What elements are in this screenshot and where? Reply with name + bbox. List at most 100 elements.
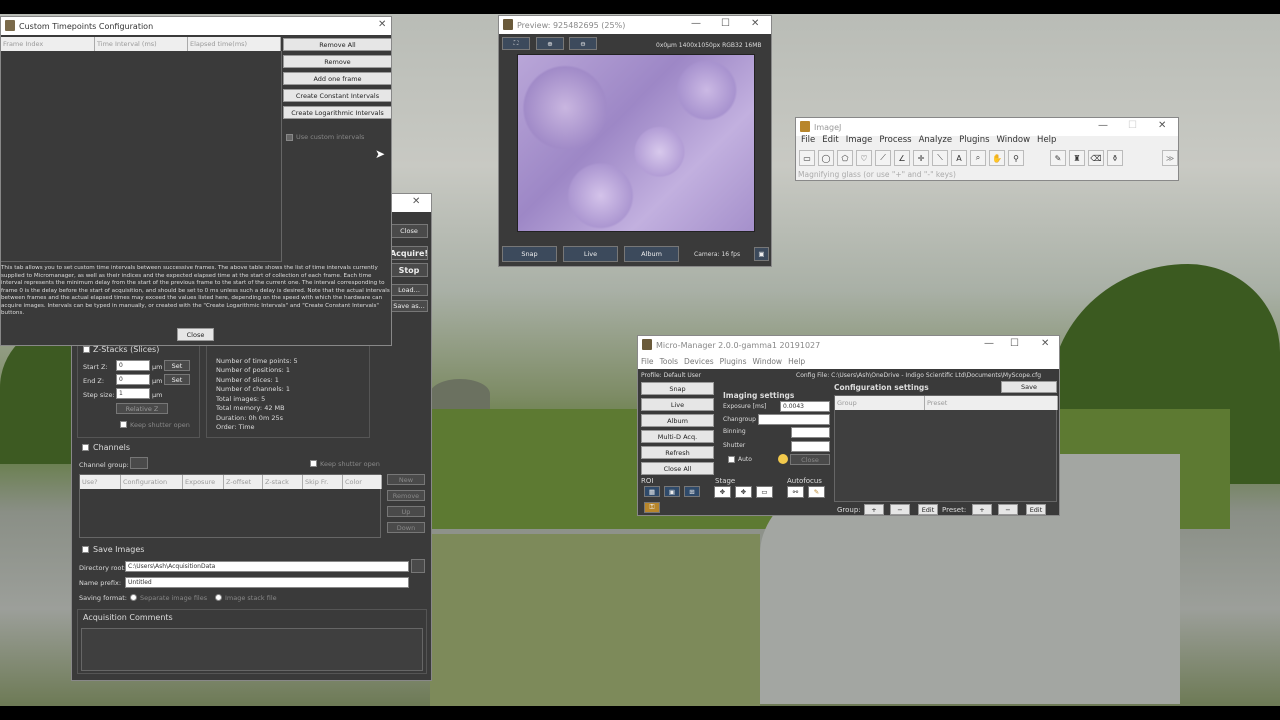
more-icon[interactable]: ≫ — [1162, 150, 1178, 166]
menu-window[interactable]: Window — [997, 135, 1031, 145]
roi-center-icon[interactable]: ▣ — [664, 486, 680, 497]
step-size-input[interactable]: 1 — [116, 388, 150, 399]
stack-file-radio[interactable] — [215, 594, 222, 601]
zoom-in-icon[interactable]: ⊕ — [536, 37, 564, 50]
menu-image[interactable]: Image — [846, 135, 873, 145]
autofocus-settings-icon[interactable]: ✎ — [808, 486, 825, 498]
close-icon[interactable]: ✕ — [1041, 338, 1049, 349]
remove-all-button[interactable]: Remove All — [283, 38, 391, 51]
live-button[interactable]: Live — [563, 246, 618, 262]
end-z-input[interactable]: 0 — [116, 374, 150, 385]
microscope-image[interactable] — [517, 54, 755, 232]
minimize-icon[interactable]: — — [691, 18, 701, 29]
down-channel-button[interactable]: Down — [387, 522, 425, 533]
stage-xy-icon[interactable]: ✥ — [735, 486, 752, 498]
remove-group-button[interactable]: − — [890, 504, 910, 515]
stage-move-icon[interactable]: ✥ — [714, 486, 731, 498]
timepoints-table[interactable] — [1, 51, 282, 262]
menu-help[interactable]: Help — [788, 357, 805, 366]
remove-preset-button[interactable]: − — [998, 504, 1018, 515]
save-images-checkbox[interactable] — [82, 546, 89, 553]
close-button[interactable]: Close — [390, 224, 428, 238]
close-icon[interactable]: ✕ — [1158, 120, 1166, 131]
zstack-checkbox[interactable] — [83, 346, 90, 353]
eraser-icon[interactable]: ⌫ — [1088, 150, 1104, 166]
maximize-icon[interactable]: ☐ — [721, 18, 730, 29]
col-header[interactable]: Skip Fr. — [303, 475, 343, 489]
hand-icon[interactable]: ✋ — [989, 150, 1005, 166]
new-channel-button[interactable]: New — [387, 474, 425, 485]
fill-icon[interactable]: ⚱ — [1107, 150, 1123, 166]
load-button[interactable]: Load... — [390, 284, 428, 296]
channel-keep-shutter-checkbox[interactable] — [310, 460, 317, 467]
edit-preset-button[interactable]: Edit — [1026, 504, 1046, 515]
binning-dropdown[interactable] — [791, 427, 830, 438]
polygon-icon[interactable]: ⬠ — [837, 150, 853, 166]
close-icon[interactable]: ✕ — [751, 18, 759, 29]
magnifier-icon[interactable]: ⌕ — [970, 150, 986, 166]
menu-file[interactable]: File — [801, 135, 815, 145]
relative-z-dropdown[interactable]: Relative Z — [116, 403, 168, 414]
menu-file[interactable]: File — [641, 357, 654, 366]
maximize-icon[interactable]: ☐ — [1128, 120, 1137, 131]
stage-list-icon[interactable]: ▭ — [756, 486, 773, 498]
dir-root-input[interactable]: C:\Users\Ash\AcquisitionData — [125, 561, 409, 572]
multid-acq-button[interactable]: Multi-D Acq. — [641, 430, 714, 443]
zoom-out-icon[interactable]: ⊖ — [569, 37, 597, 50]
album-button[interactable]: Album — [641, 414, 714, 427]
set-start-button[interactable]: Set — [164, 360, 190, 371]
menu-plugins[interactable]: Plugins — [720, 357, 747, 366]
auto-shutter-checkbox[interactable] — [728, 456, 735, 463]
line-icon[interactable]: ⟋ — [875, 150, 891, 166]
menu-process[interactable]: Process — [879, 135, 911, 145]
channel-group-dropdown[interactable] — [130, 457, 148, 469]
shutter-close-button[interactable]: Close — [790, 454, 830, 465]
menu-devices[interactable]: Devices — [684, 357, 714, 366]
create-constant-button[interactable]: Create Constant Intervals — [283, 89, 391, 102]
add-group-button[interactable]: + — [864, 504, 884, 515]
create-log-button[interactable]: Create Logarithmic Intervals — [283, 106, 391, 119]
remove-channel-button[interactable]: Remove — [387, 490, 425, 501]
menu-plugins[interactable]: Plugins — [959, 135, 989, 145]
separate-files-radio[interactable] — [130, 594, 137, 601]
close-all-button[interactable]: Close All — [641, 462, 714, 475]
text-icon[interactable]: A — [951, 150, 967, 166]
menu-edit[interactable]: Edit — [822, 135, 838, 145]
close-icon[interactable]: ✕ — [378, 19, 386, 30]
snap-button[interactable]: Snap — [502, 246, 557, 262]
shutter-dropdown[interactable] — [791, 441, 830, 452]
menu-analyze[interactable]: Analyze — [919, 135, 953, 145]
set-end-button[interactable]: Set — [164, 374, 190, 385]
add-preset-button[interactable]: + — [972, 504, 992, 515]
menu-tools[interactable]: Tools — [660, 357, 678, 366]
angle-icon[interactable]: ∠ — [894, 150, 910, 166]
live-button[interactable]: Live — [641, 398, 714, 411]
dropper-icon[interactable]: ⚲ — [1008, 150, 1024, 166]
rectangle-icon[interactable]: ▭ — [799, 150, 815, 166]
menu-help[interactable]: Help — [1037, 135, 1056, 145]
lock-icon[interactable]: ⚿ — [644, 502, 660, 513]
stop-button[interactable]: Stop — [390, 263, 428, 277]
keep-shutter-checkbox[interactable] — [120, 421, 127, 428]
roi-full-icon[interactable]: ⊞ — [684, 486, 700, 497]
close-button[interactable]: Close — [177, 328, 214, 341]
save-as-button[interactable]: Save as... — [390, 300, 428, 312]
start-z-input[interactable]: 0 — [116, 360, 150, 371]
album-button[interactable]: Album — [624, 246, 679, 262]
snap-button[interactable]: Snap — [641, 382, 714, 395]
use-custom-checkbox[interactable] — [286, 134, 293, 141]
channels-checkbox[interactable] — [82, 444, 89, 451]
fullscreen-icon[interactable]: ⛶ — [502, 37, 530, 50]
col-header[interactable]: Configuration — [121, 475, 183, 489]
exposure-input[interactable]: 0.0043 — [780, 401, 830, 412]
col-header[interactable]: Z-stack — [263, 475, 303, 489]
browse-button[interactable] — [411, 559, 425, 573]
col-header[interactable]: Time Interval (ms) — [95, 37, 188, 51]
acquire-button[interactable]: Acquire! — [390, 246, 428, 260]
col-header[interactable]: Group — [835, 396, 925, 410]
brush-icon[interactable]: ♜ — [1069, 150, 1085, 166]
minimize-icon[interactable]: — — [1098, 120, 1108, 131]
col-header[interactable]: Z-offset — [224, 475, 263, 489]
col-header[interactable]: Elapsed time(ms) — [188, 37, 281, 51]
edit-group-button[interactable]: Edit — [918, 504, 938, 515]
